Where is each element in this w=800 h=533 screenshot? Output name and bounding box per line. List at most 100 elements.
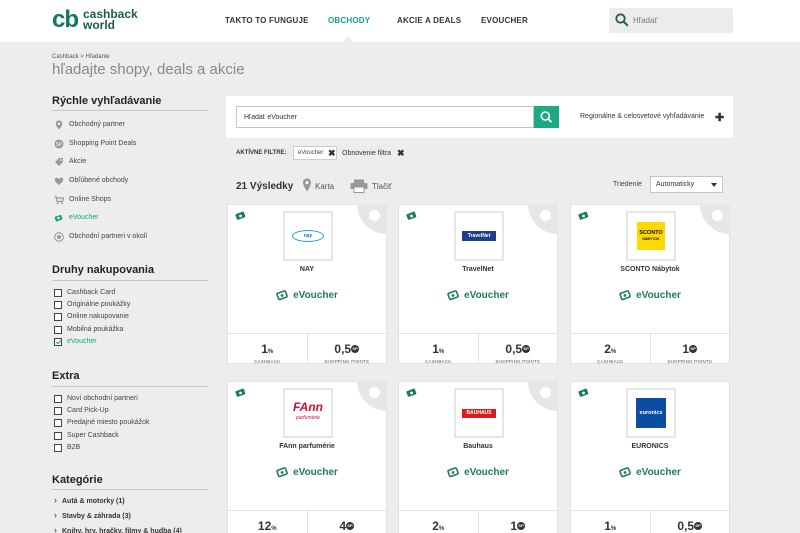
sort-select[interactable]: Automaticky: [650, 176, 723, 193]
map-view-link[interactable]: Karta: [315, 182, 334, 191]
printer-icon[interactable]: [350, 179, 368, 193]
plus-icon[interactable]: ✚: [715, 111, 724, 124]
breadcrumb[interactable]: Cashback > Hľadanie: [52, 54, 110, 60]
active-filters-label: AKTÍVNE FILTRE:: [236, 150, 287, 156]
shop-card-euronics[interactable]: euronics EURONICS eVoucher 1% 0,5SP: [570, 381, 730, 533]
location-pin-icon: [55, 120, 63, 129]
checkbox-original-vouchers[interactable]: Originálne poukážky: [54, 299, 130, 310]
checkbox[interactable]: [54, 312, 62, 321]
checkbox-label: Originálne poukážky: [67, 301, 131, 308]
shop-logo: TravelNet: [454, 211, 504, 261]
checkbox-super-cashback[interactable]: Super Cashback: [54, 430, 119, 441]
category-item[interactable]: Stavby & záhrada (3): [54, 510, 131, 520]
evoucher-icon: [406, 211, 417, 220]
nav-deals[interactable]: AKCIE A DEALS: [397, 16, 461, 25]
nav-how-it-works[interactable]: TAKTO TO FUNGUJE: [225, 16, 309, 25]
shopping-points-icon: SP: [346, 521, 355, 530]
results-count: 21 Výsledky: [236, 181, 294, 192]
logo-text[interactable]: cashback world: [83, 8, 138, 31]
checkbox-online-shopping[interactable]: Online nakupovanie: [54, 311, 129, 322]
quick-item-sp-deals[interactable]: SP Shopping Point Deals: [54, 138, 136, 149]
search-button[interactable]: [534, 106, 559, 128]
checkbox[interactable]: [54, 406, 62, 415]
close-icon[interactable]: ✖: [328, 148, 336, 159]
quick-item-label: Obľúbené obchody: [69, 177, 129, 184]
shop-logo-subtext: NÁBYTOK: [642, 237, 660, 241]
evoucher-icon: [54, 214, 63, 221]
quick-item-nearby[interactable]: Obchodní partneri v okolí: [54, 231, 147, 242]
checkbox[interactable]: [54, 431, 62, 440]
header-search-input[interactable]: [633, 13, 728, 28]
cashback-value: 2: [432, 519, 439, 533]
checkbox[interactable]: [54, 443, 62, 452]
evoucher-search-input[interactable]: [236, 106, 534, 128]
checkbox-checked[interactable]: [54, 337, 62, 346]
checkbox-label: Noví obchodní partneri: [67, 395, 138, 402]
checkbox-cashback-card[interactable]: Cashback Card: [54, 287, 115, 298]
quick-item-favourites[interactable]: Obľúbené obchody: [54, 175, 128, 186]
nav-shops[interactable]: OBCHODY: [328, 16, 370, 25]
points-caption: SHOPPING POINTS: [495, 359, 541, 364]
shop-logo-text: TravelNet: [462, 231, 496, 241]
voucher-type-label: eVoucher: [636, 290, 681, 301]
points-value: 0,5: [677, 519, 695, 533]
category-item[interactable]: Knihy, hry, hračky, filmy & hudba (4): [54, 525, 182, 533]
checkbox[interactable]: [54, 288, 62, 297]
cart-icon: [54, 195, 64, 204]
evoucher-icon: [235, 211, 246, 220]
category-item[interactable]: Autá & motorky (1): [54, 495, 125, 505]
quick-item-akcie[interactable]: Akcie: [54, 156, 86, 167]
checkbox-evoucher[interactable]: eVoucher: [54, 336, 97, 347]
cashback-cell: 2%: [399, 511, 478, 533]
evoucher-icon: [235, 388, 246, 397]
checkbox-label: Online nakupovanie: [67, 313, 129, 320]
checkbox[interactable]: [54, 300, 62, 309]
print-link[interactable]: Tlačiť: [372, 182, 392, 191]
voucher-type-label: eVoucher: [293, 467, 338, 478]
checkbox[interactable]: [54, 418, 62, 427]
close-icon[interactable]: ✖: [397, 148, 405, 159]
evoucher-icon: [619, 290, 631, 301]
checkbox-b2b[interactable]: B2B: [54, 442, 80, 453]
points-value: 0,5: [505, 342, 523, 356]
voucher-type: eVoucher: [571, 290, 729, 301]
shop-card-bauhaus[interactable]: BAUHAUS Bauhaus eVoucher 2% 1SP: [398, 381, 558, 533]
shop-name: Bauhaus: [463, 443, 493, 450]
extra-heading: Extra: [52, 370, 80, 382]
checkbox-new-partners[interactable]: Noví obchodní partneri: [54, 393, 138, 404]
checkbox[interactable]: [54, 325, 62, 334]
quick-item-label: Online Shops: [69, 196, 112, 203]
card-stats: 12% 4SP: [228, 510, 386, 533]
evoucher-icon: [447, 290, 459, 301]
points-value: 4: [339, 519, 347, 533]
sofa-icon: [700, 204, 730, 234]
quick-item-online-shops[interactable]: Online Shops: [54, 194, 111, 205]
reset-filter-link[interactable]: Obnovenie filtra: [342, 150, 391, 157]
points-cell: 1SP SHOPPING POINTS: [649, 334, 730, 365]
regional-search-link[interactable]: Regionálne & celosvetové vyhľadávanie: [580, 113, 704, 120]
shop-logo: euronics: [626, 388, 676, 438]
checkbox[interactable]: [54, 394, 62, 403]
quick-item-partner[interactable]: Obchodný partner: [54, 119, 125, 130]
shop-card-fann[interactable]: FAnn parfumérie FAnn parfumérie eVoucher …: [227, 381, 387, 533]
nav-evoucher[interactable]: EVOUCHER: [481, 16, 528, 25]
checkbox-label: Cashback Card: [67, 289, 116, 296]
sort-label: Triedenie: [613, 181, 642, 188]
shop-card-travelnet[interactable]: TravelNet TravelNet eVoucher 1% CASHBACK …: [398, 204, 558, 365]
shop-card-sconto[interactable]: SCONTO NÁBYTOK SCONTO Nábytok eVoucher 2%…: [570, 204, 730, 365]
header-search[interactable]: [609, 8, 733, 33]
quick-item-evoucher[interactable]: eVoucher: [54, 212, 99, 223]
cashback-value: 2: [604, 342, 611, 356]
cashback-unit: %: [610, 349, 617, 355]
search-icon[interactable]: [615, 13, 629, 27]
checkbox-card-pickup[interactable]: Card Pick-Up: [54, 405, 109, 416]
checkbox-voucher-point[interactable]: Predajné miesto poukážok: [54, 417, 150, 428]
checkbox-label: Super Cashback: [67, 432, 119, 439]
logo-mark[interactable]: cb: [52, 8, 79, 32]
checkbox-mobile-voucher[interactable]: Mobilná poukážka: [54, 324, 123, 335]
perfume-icon: [357, 381, 387, 411]
quick-item-label: eVoucher: [69, 214, 99, 221]
shop-card-nay[interactable]: nay NAY eVoucher 1% CASHBACK 0,5SP SHOPPIN…: [227, 204, 387, 365]
map-pin-icon[interactable]: [302, 178, 312, 192]
shopping-points-icon: SP: [351, 344, 360, 353]
